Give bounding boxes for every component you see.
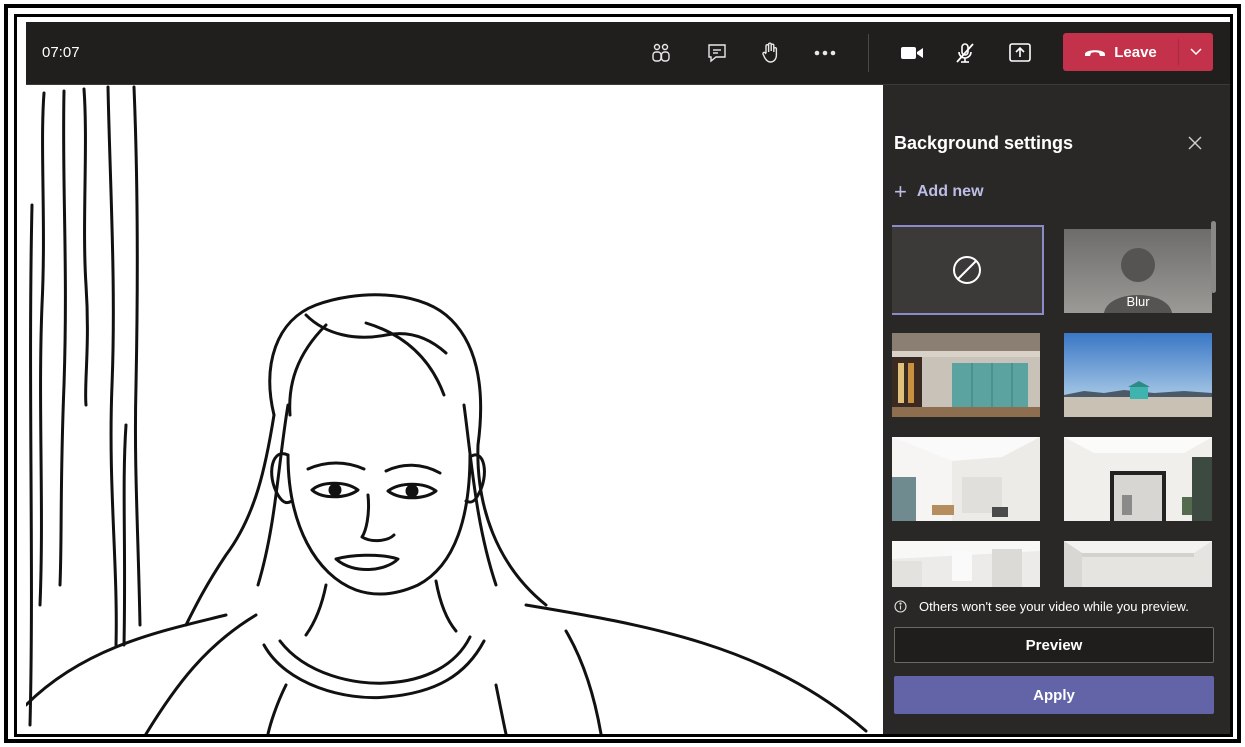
leave-label: Leave (1114, 43, 1157, 61)
background-white-room-1[interactable] (892, 437, 1040, 521)
background-settings-panel: Background settings + Add new Blur Other… (883, 85, 1230, 734)
apply-button[interactable]: Apply (894, 676, 1214, 714)
background-none[interactable] (892, 225, 1044, 315)
background-blur[interactable]: Blur (1064, 229, 1212, 313)
background-beach[interactable] (1064, 333, 1212, 417)
chevron-down-icon[interactable] (1179, 33, 1213, 71)
no-background-icon (953, 256, 981, 284)
add-new-label: Add new (916, 183, 984, 200)
preview-notice: Others won't see your video while you pr… (894, 599, 1189, 614)
leave-button-group: Leave (1063, 33, 1213, 71)
share-icon[interactable] (1003, 36, 1037, 70)
info-icon (894, 600, 907, 613)
preview-button[interactable]: Preview (894, 627, 1214, 663)
mic-muted-icon[interactable] (948, 36, 982, 70)
leave-button[interactable]: Leave (1063, 33, 1178, 71)
add-new-button[interactable]: + Add new (894, 181, 984, 203)
teams-meeting-window: 07:07 Leave Background settings + Add ne… (26, 22, 1230, 734)
toolbar-divider (868, 34, 869, 72)
more-actions-icon[interactable] (808, 36, 842, 70)
raise-hand-icon[interactable] (754, 36, 788, 70)
close-icon[interactable] (1181, 129, 1209, 157)
chat-icon[interactable] (700, 36, 734, 70)
participant-sketch (26, 85, 868, 734)
meeting-toolbar: 07:07 Leave (26, 22, 1230, 85)
participants-icon[interactable] (644, 36, 678, 70)
background-white-room-2[interactable] (1064, 437, 1212, 521)
blur-label: Blur (1126, 294, 1150, 309)
background-grid: Blur (892, 225, 1212, 587)
video-feed (26, 85, 883, 734)
panel-scrollbar[interactable] (1211, 221, 1216, 293)
camera-icon[interactable] (895, 36, 929, 70)
background-white-room-3[interactable] (892, 541, 1040, 587)
panel-title: Background settings (894, 133, 1074, 153)
background-white-room-4[interactable] (1064, 541, 1212, 587)
meeting-timer: 07:07 (42, 44, 80, 61)
plus-icon: + (894, 179, 907, 204)
hang-up-icon (1085, 50, 1106, 56)
background-office-lockers[interactable] (892, 333, 1040, 417)
preview-notice-text: Others won't see your video while you pr… (919, 599, 1189, 614)
